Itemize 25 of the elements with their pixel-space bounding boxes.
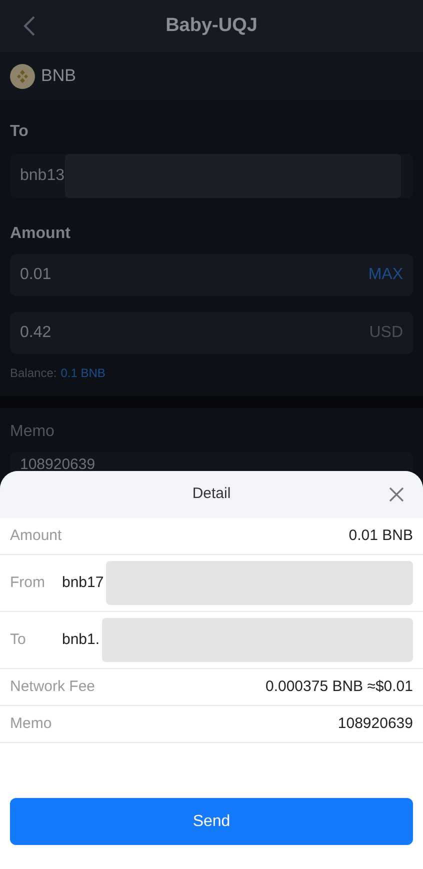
send-button[interactable]: Send [10,798,413,845]
detail-label: Memo [10,714,52,734]
field-label: Amount [10,224,72,244]
coin-icon [10,64,35,88]
field-label: Memo [10,422,56,442]
detail-label: From [10,572,46,593]
address-field[interactable]: bnb13 [10,154,413,198]
coin-symbol: BNB [41,65,76,88]
detail-label: To [10,630,27,650]
close-icon[interactable] [389,487,404,502]
balance-label: Balance: [10,365,57,382]
field-label: To [10,122,30,142]
amount-field[interactable]: 0.01 MAX [10,254,413,296]
detail-label: Network Fee [10,676,96,697]
balance-value: 0.1 BNB [60,365,106,382]
detail-value: 0.000375 BNB ≈$0.01 [265,676,413,697]
sheet-title: Detail [192,484,231,504]
max-button[interactable]: MAX [368,263,403,287]
detail-label: Amount [10,526,62,546]
detail-value: bnb1. [62,630,100,650]
detail-value: 108920639 [338,714,413,734]
page-title: Baby-UQJ [166,14,258,38]
detail-value: bnb17 [62,572,104,593]
back-icon[interactable] [22,15,36,37]
detail-value: 0.01 BNB [348,526,413,546]
